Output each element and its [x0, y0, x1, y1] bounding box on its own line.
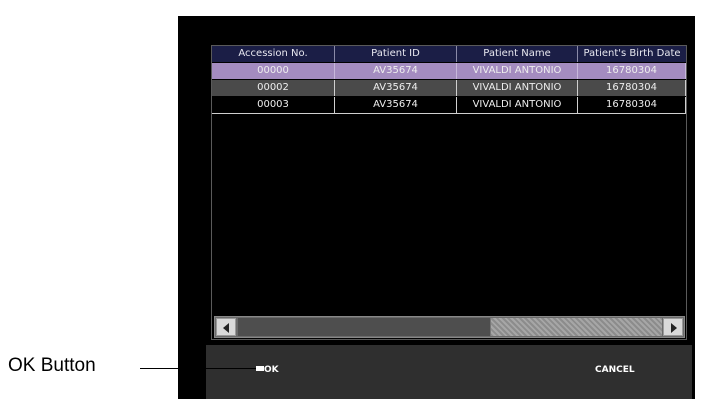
cell-birth-date: 16780304: [578, 97, 686, 113]
cell-accession-no: 00000: [212, 63, 335, 79]
arrow-right-icon: [671, 323, 677, 333]
cell-accession-no: 00002: [212, 80, 335, 96]
ok-button[interactable]: OK: [264, 361, 304, 379]
callout-pointer: [256, 366, 264, 371]
scroll-right-button[interactable]: [663, 318, 683, 336]
scrollbar-track[interactable]: [491, 318, 662, 336]
cell-patient-id: AV35674: [335, 97, 457, 113]
callout-line: [140, 368, 256, 369]
horizontal-scrollbar[interactable]: [214, 316, 685, 338]
table-header: Accession No. Patient ID Patient Name Pa…: [212, 46, 686, 62]
callout-label: OK Button: [8, 355, 96, 376]
column-header-accession-no[interactable]: Accession No.: [212, 46, 335, 62]
cell-birth-date: 16780304: [578, 63, 686, 79]
cell-patient-name: VIVALDI ANTONIO: [457, 97, 578, 113]
row-divider: [212, 113, 686, 114]
table-row[interactable]: 00002 AV35674 VIVALDI ANTONIO 16780304: [212, 80, 686, 96]
column-header-patient-name[interactable]: Patient Name: [457, 46, 578, 62]
cell-patient-id: AV35674: [335, 80, 457, 96]
column-header-birth-date[interactable]: Patient's Birth Date: [578, 46, 686, 62]
arrow-left-icon: [223, 323, 229, 333]
cell-patient-id: AV35674: [335, 63, 457, 79]
cancel-button[interactable]: CANCEL: [595, 361, 655, 379]
table-row[interactable]: 00003 AV35674 VIVALDI ANTONIO 16780304: [212, 97, 686, 113]
cell-patient-name: VIVALDI ANTONIO: [457, 80, 578, 96]
worklist-table: Accession No. Patient ID Patient Name Pa…: [211, 45, 687, 340]
column-header-patient-id[interactable]: Patient ID: [335, 46, 457, 62]
scroll-left-button[interactable]: [216, 318, 236, 336]
cell-patient-name: VIVALDI ANTONIO: [457, 63, 578, 79]
scrollbar-thumb[interactable]: [238, 318, 491, 336]
cell-accession-no: 00003: [212, 97, 335, 113]
cell-birth-date: 16780304: [578, 80, 686, 96]
table-row-selected[interactable]: 00000 AV35674 VIVALDI ANTONIO 16780304: [212, 63, 686, 79]
